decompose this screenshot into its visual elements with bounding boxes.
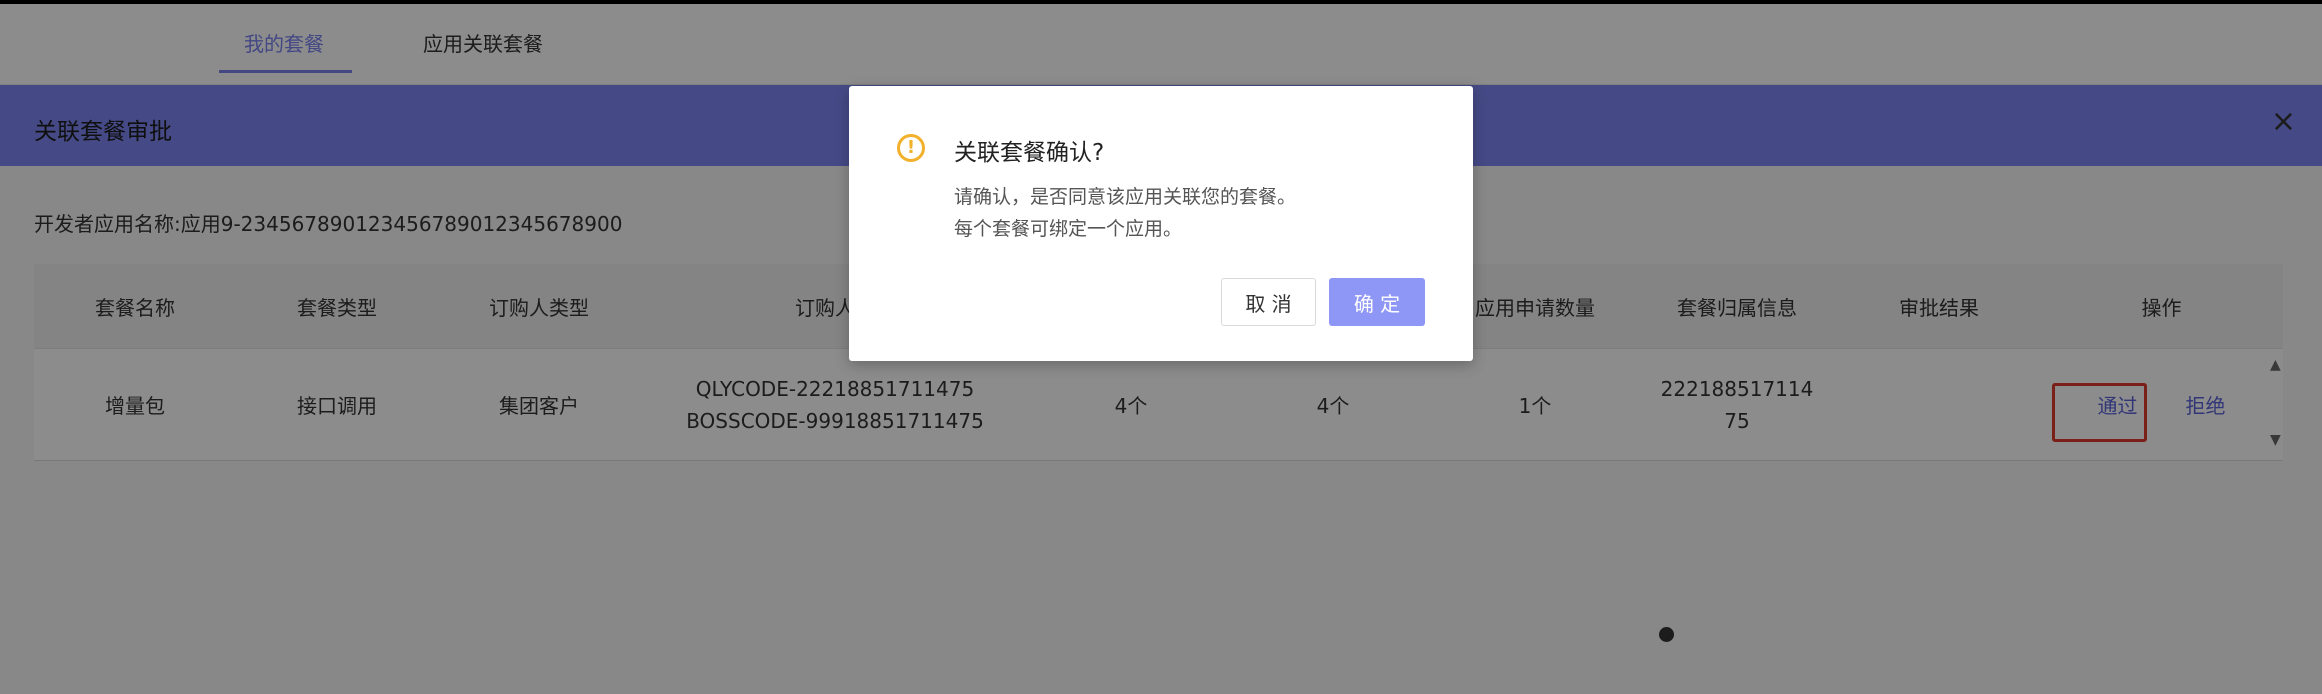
confirm-ok-button[interactable]: 确 定	[1329, 278, 1425, 326]
confirm-title: 关联套餐确认?	[954, 140, 1105, 166]
confirm-dialog: ! 关联套餐确认? 请确认，是否同意该应用关联您的套餐。 每个套餐可绑定一个应用…	[849, 86, 1473, 361]
confirm-message-line2: 每个套餐可绑定一个应用。	[954, 218, 1183, 240]
warning-icon: !	[897, 134, 925, 162]
cancel-button[interactable]: 取 消	[1221, 278, 1316, 326]
confirm-message-line1: 请确认，是否同意该应用关联您的套餐。	[954, 186, 1297, 208]
